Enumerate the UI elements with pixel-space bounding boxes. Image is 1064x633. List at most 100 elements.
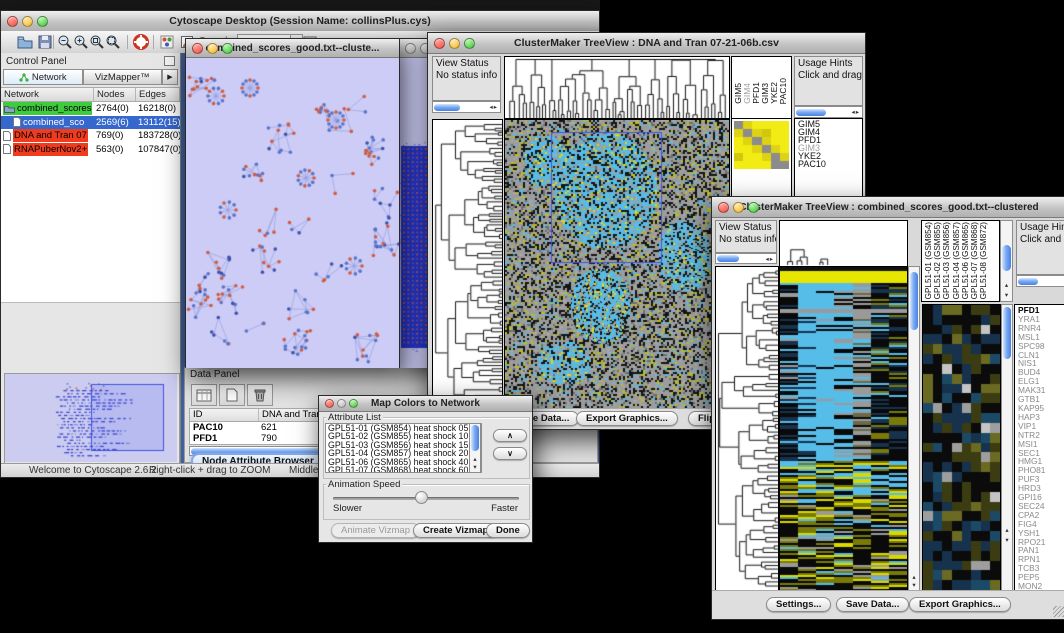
float-panel-icon[interactable]: [164, 56, 175, 66]
scrollbar-thumb[interactable]: [434, 104, 460, 111]
scrollbar-thumb[interactable]: [1018, 278, 1038, 285]
minimize-icon[interactable]: [449, 38, 460, 49]
zoom-window-icon[interactable]: [37, 16, 48, 27]
column-label[interactable]: GPL51-03 (GSM856): [942, 222, 951, 299]
scrollbar-thumb[interactable]: [471, 425, 479, 451]
settings-button[interactable]: Settings...: [766, 597, 831, 612]
zoom-selected-icon[interactable]: [89, 34, 105, 50]
tv2-coltree-canvas[interactable]: [780, 221, 907, 266]
tv1-rowtree-canvas[interactable]: [433, 120, 502, 410]
scrollbar-arrow-up[interactable]: ▴: [909, 574, 919, 581]
zoom-window-icon[interactable]: [222, 43, 233, 54]
zoom-window-icon[interactable]: [349, 399, 358, 408]
scrollbar-arrow-down[interactable]: ▾: [1002, 537, 1012, 544]
network-row-dna-tran[interactable]: DNA and Tran 07 769(0) 183728(0): [1, 129, 180, 143]
column-label[interactable]: GPL51-01 (GSM854): [924, 222, 933, 299]
scrollbar-arrow-down[interactable]: ▾: [1001, 292, 1012, 299]
scrollbar-arrow-down[interactable]: ▾: [470, 464, 480, 471]
resize-grip[interactable]: [1053, 606, 1064, 617]
column-label[interactable]: GIM5: [734, 83, 742, 104]
tv2-rowtree-canvas[interactable]: [716, 267, 778, 590]
scrollbar-arrows[interactable]: ◂▸: [851, 108, 862, 116]
column-label[interactable]: GIM4: [743, 83, 751, 104]
usage-hints-hscrollbar[interactable]: ◂▸: [794, 106, 863, 118]
move-down-button[interactable]: ∨: [493, 447, 527, 460]
scrollbar-arrow-up[interactable]: ▴: [470, 456, 480, 463]
column-label[interactable]: GIM3: [761, 83, 769, 104]
scrollbar-thumb[interactable]: [796, 109, 826, 116]
select-attributes-icon[interactable]: [191, 384, 217, 406]
scrollbar-arrow-up[interactable]: ▴: [1002, 527, 1012, 534]
gene-label[interactable]: PAC10: [798, 160, 862, 168]
scrollbar-arrow-up[interactable]: ▴: [1001, 282, 1012, 289]
tv2-detail-vscrollbar[interactable]: ▴ ▾: [1001, 304, 1013, 591]
main-titlebar[interactable]: Cytoscape Desktop (Session Name: collins…: [1, 11, 599, 32]
attribute-list-vscrollbar[interactable]: ▴ ▾: [469, 423, 481, 473]
network1-canvas[interactable]: [186, 58, 399, 368]
close-icon[interactable]: [405, 43, 416, 54]
view-status-hscrollbar[interactable]: ◂▸: [432, 101, 501, 113]
minimize-icon[interactable]: [733, 202, 744, 213]
export-graphics-button[interactable]: Export Graphics...: [576, 411, 678, 426]
close-icon[interactable]: [718, 202, 729, 213]
attribute-item[interactable]: GPL51-07 (GSM868) heat shock 60 min: [326, 466, 481, 473]
save-icon[interactable]: [37, 34, 53, 50]
usage-hints-hscrollbar[interactable]: [1016, 275, 1064, 287]
zoom-in-icon[interactable]: [73, 34, 89, 50]
tab-vizmapper[interactable]: VizMapper™: [83, 69, 163, 85]
network-row-rnapuber[interactable]: RNAPuberNov2+ 563(0) 107847(0): [1, 143, 180, 157]
export-graphics-button[interactable]: Export Graphics...: [909, 597, 1011, 612]
open-icon[interactable]: [17, 34, 33, 50]
tv1-coltree-canvas[interactable]: [505, 57, 729, 118]
vizmapper-icon[interactable]: [159, 34, 175, 50]
scrollbar-arrows[interactable]: ◂▸: [765, 255, 776, 263]
treeview2-titlebar[interactable]: ClusterMaker TreeView : combined_scores_…: [712, 197, 1064, 218]
minimize-icon[interactable]: [337, 399, 346, 408]
slider-thumb[interactable]: [415, 491, 428, 504]
network-table-header[interactable]: Network Nodes Edges: [1, 87, 180, 102]
scrollbar-arrow-down[interactable]: ▾: [909, 582, 919, 589]
zoom-fit-icon[interactable]: [105, 34, 121, 50]
tv2-detail-canvas[interactable]: [923, 305, 1000, 590]
zoom-window-icon[interactable]: [464, 38, 475, 49]
column-label[interactable]: GPL51-08 (GSM872): [979, 222, 988, 299]
animate-vizmap-button[interactable]: Animate Vizmap: [331, 523, 420, 538]
minimize-icon[interactable]: [207, 43, 218, 54]
network-overview-icon[interactable]: [133, 34, 149, 50]
close-icon[interactable]: [7, 16, 18, 27]
scrollbar-thumb[interactable]: [717, 255, 739, 262]
close-icon[interactable]: [325, 399, 334, 408]
column-label[interactable]: PAC10: [779, 78, 787, 104]
network-row-combined-scores[interactable]: combined_scores 2764(0) 16218(0): [1, 102, 180, 116]
column-label[interactable]: GPL51-07 (GSM868): [970, 222, 979, 299]
close-icon[interactable]: [192, 43, 203, 54]
network1-titlebar[interactable]: combined_scores_good.txt--cluste...: [186, 39, 399, 58]
view-status-hscrollbar[interactable]: ◂▸: [715, 253, 777, 264]
save-data-button[interactable]: Save Data...: [836, 597, 909, 612]
move-up-button[interactable]: ∧: [493, 429, 527, 442]
new-attribute-icon[interactable]: [219, 384, 245, 406]
column-label[interactable]: GPL51-04 (GSM857): [952, 222, 961, 299]
delete-attribute-icon[interactable]: [247, 384, 273, 406]
column-label[interactable]: GPL51-06 (GSM865): [961, 222, 970, 299]
scrollbar-thumb[interactable]: [910, 272, 918, 330]
tv2-heatmap-canvas[interactable]: [780, 267, 907, 590]
tv1-heatmap-canvas[interactable]: [505, 120, 729, 410]
scrollbar-thumb[interactable]: [1003, 307, 1011, 359]
zoom-window-icon[interactable]: [748, 202, 759, 213]
dialog-titlebar[interactable]: Map Colors to Network: [319, 396, 532, 412]
tv2-global-vscrollbar[interactable]: ▴ ▾: [908, 266, 920, 591]
done-button[interactable]: Done: [486, 523, 530, 538]
tab-overflow-arrow[interactable]: ▶: [162, 69, 178, 85]
zoom-out-icon[interactable]: [57, 34, 73, 50]
minimize-icon[interactable]: [22, 16, 33, 27]
scrollbar-arrows[interactable]: ◂▸: [489, 103, 500, 111]
close-icon[interactable]: [434, 38, 445, 49]
overview-canvas[interactable]: [5, 374, 177, 462]
network-row-selected[interactable]: combined_sco 2569(6) 13112(15): [1, 116, 180, 130]
scrollbar-thumb[interactable]: [1002, 245, 1011, 271]
tv2-labels-vscrollbar[interactable]: ▴ ▾: [1000, 220, 1013, 302]
column-label[interactable]: YKE2: [770, 82, 778, 104]
tv1-zoom-matrix-canvas[interactable]: [734, 121, 789, 169]
column-label[interactable]: PFD1: [752, 82, 760, 104]
